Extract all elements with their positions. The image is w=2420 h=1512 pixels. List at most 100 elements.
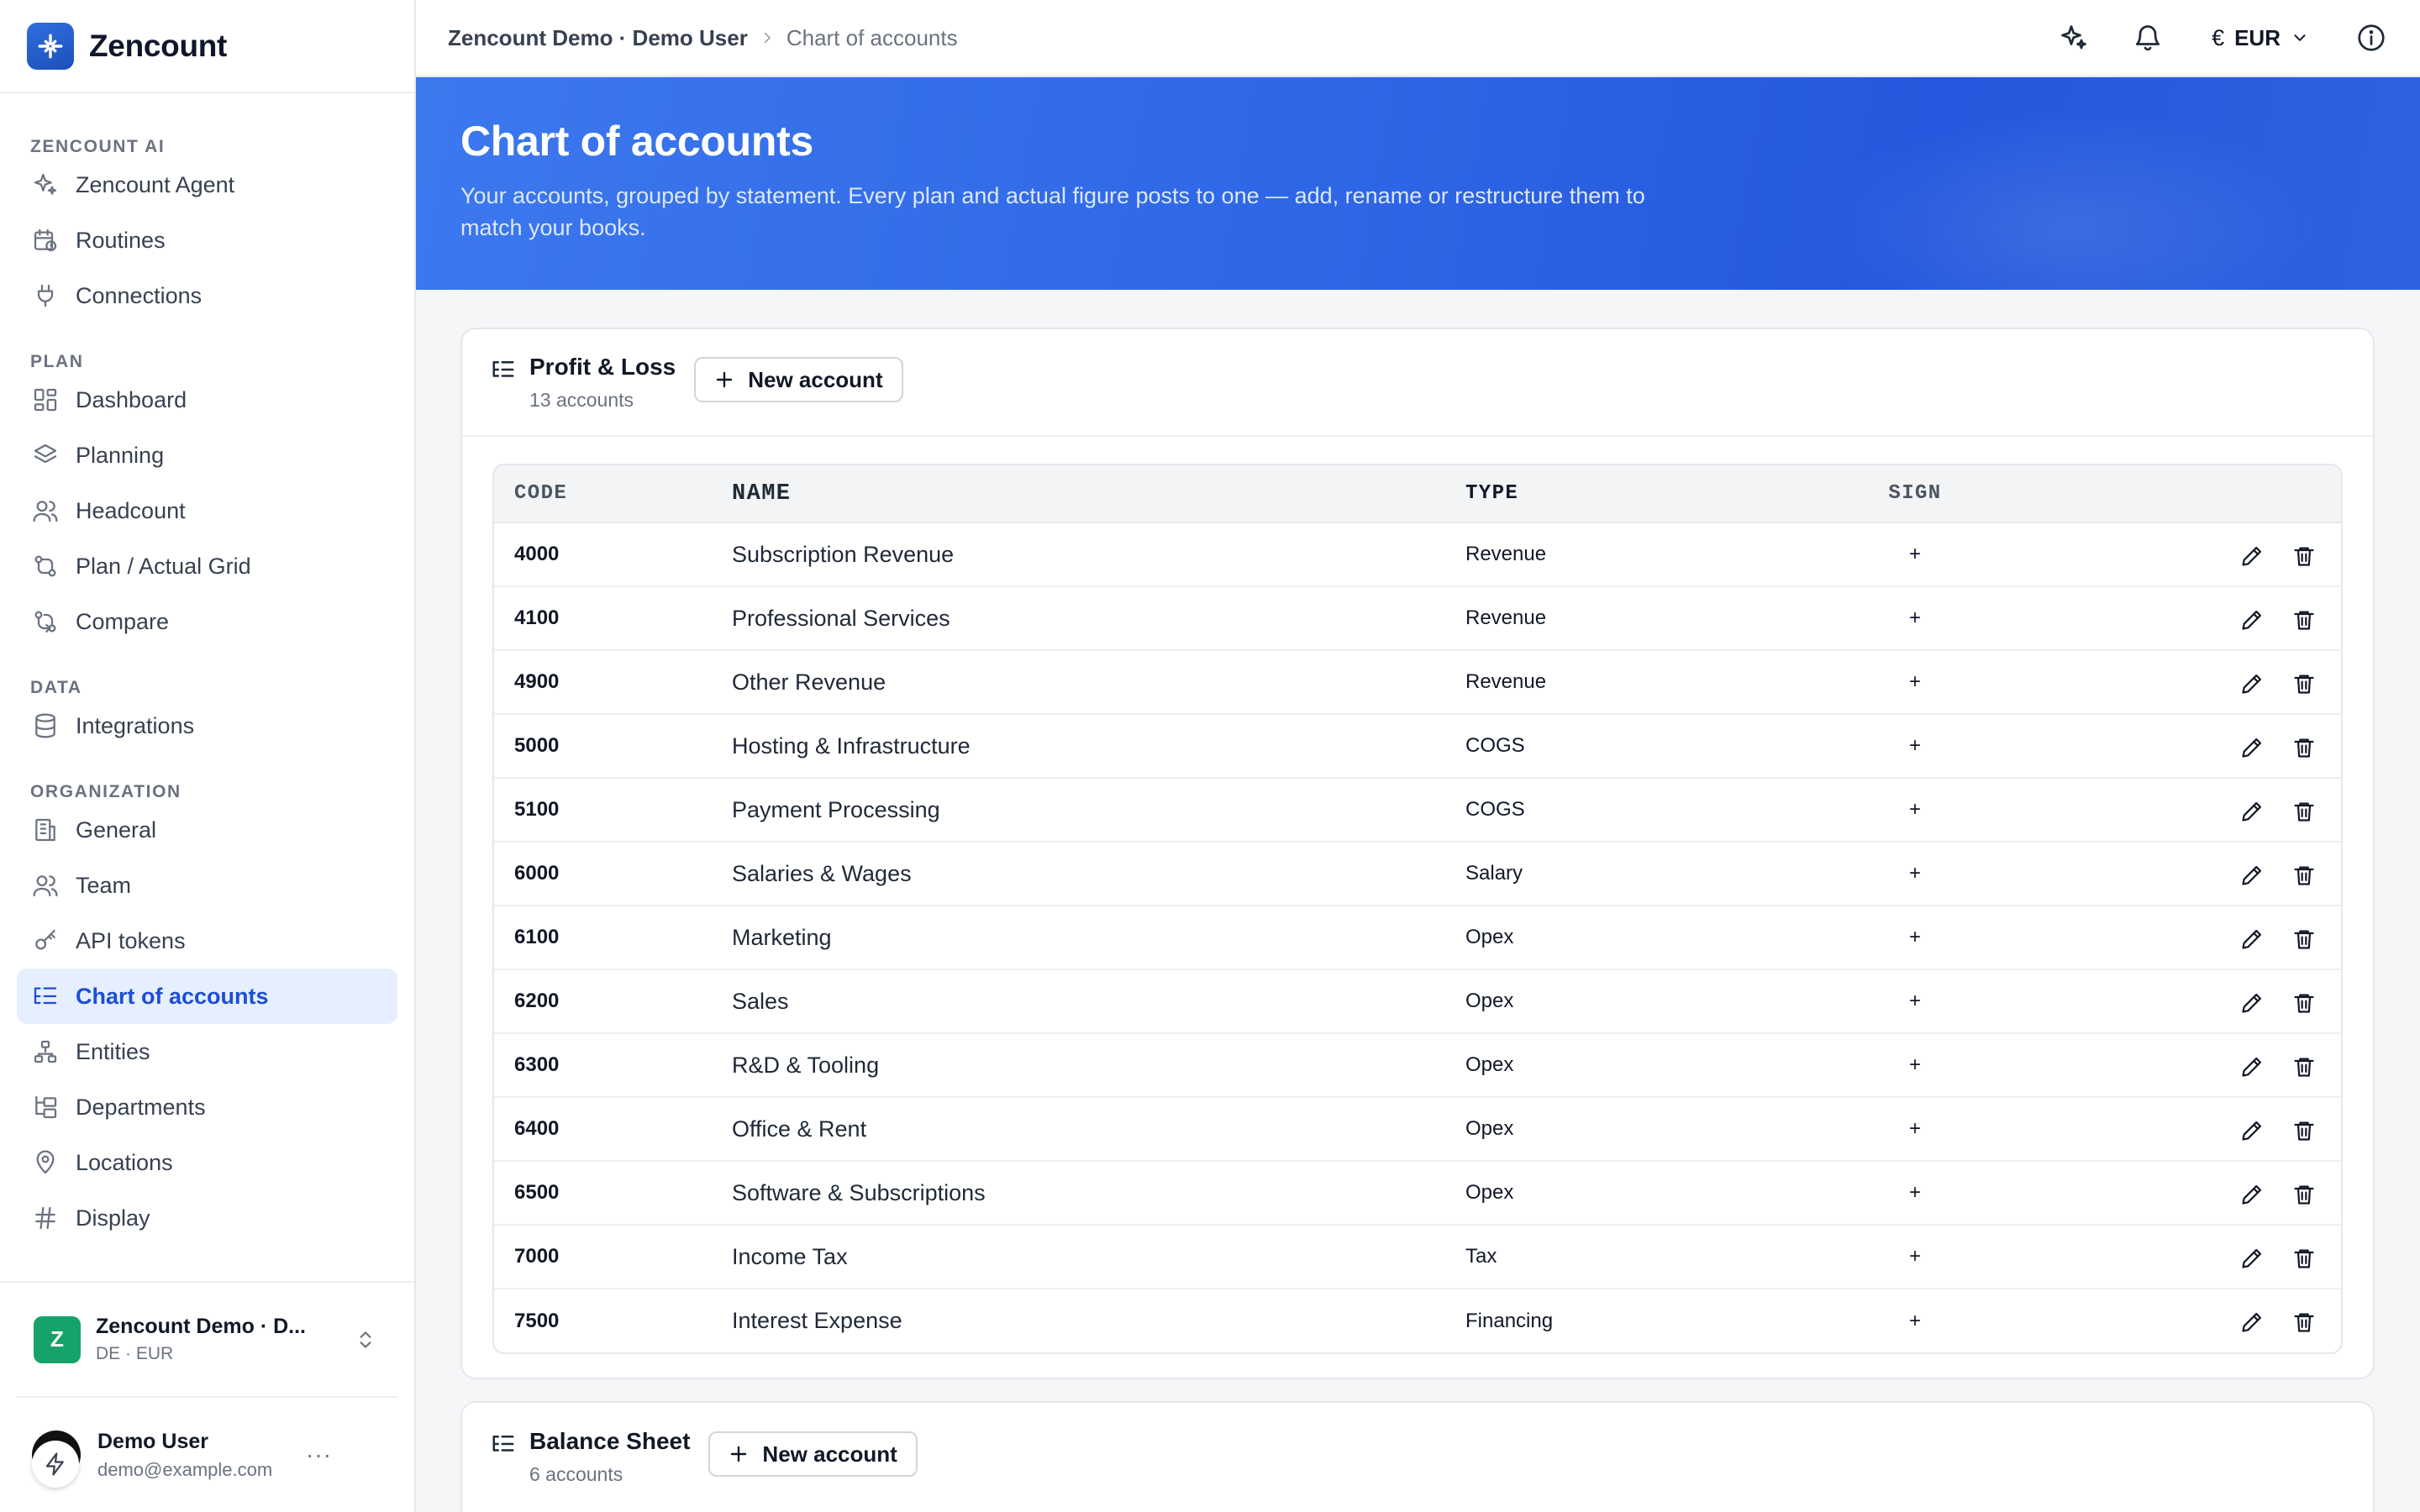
pencil-icon[interactable] (2240, 672, 2264, 696)
compare-icon (34, 611, 56, 633)
trash-icon[interactable] (2292, 672, 2316, 696)
pencil-icon[interactable] (2240, 1247, 2264, 1270)
dashboard-icon (34, 388, 57, 412)
sidebar-item-compare[interactable]: Compare (17, 594, 397, 649)
table-row[interactable]: 6400 Office & Rent Opex + (494, 1097, 2341, 1162)
sidebar-item-general[interactable]: General (17, 802, 397, 858)
org-switcher[interactable]: Z Zencount Demo · D... DE · EUR (0, 1281, 414, 1396)
trash-icon[interactable] (2292, 544, 2316, 568)
pencil-icon[interactable] (2240, 1055, 2264, 1079)
bell-icon[interactable] (2133, 23, 2163, 53)
account-type: Revenue (1465, 586, 1827, 651)
column-header-type[interactable]: TYPE (1465, 465, 1827, 523)
user-menu[interactable]: Demo User demo@example.com ··· (17, 1396, 397, 1512)
sidebar-item-label: Departments (76, 1094, 206, 1120)
trash-icon[interactable] (2292, 1183, 2316, 1206)
profit-loss-card: Profit & Loss 13 accounts New account CO… (460, 328, 2375, 1379)
pencil-icon[interactable] (2240, 736, 2264, 759)
sidebar-item-label: Planning (76, 442, 165, 468)
git-compare-icon (34, 555, 56, 577)
currency-selector[interactable]: € EUR (2212, 25, 2309, 51)
table-row[interactable]: 7500 Interest Expense Financing + (494, 1289, 2341, 1352)
sidebar-item-plan-actual-grid[interactable]: Plan / Actual Grid (17, 538, 397, 594)
list-tree-icon (34, 987, 57, 1005)
sidebar-item-entities[interactable]: Entities (17, 1024, 397, 1079)
pencil-icon[interactable] (2240, 927, 2264, 951)
trash-icon[interactable] (2292, 1119, 2316, 1142)
table-row[interactable]: 6100 Marketing Opex + (494, 906, 2341, 970)
trash-icon[interactable] (2292, 1247, 2316, 1270)
account-name: Income Tax (732, 1225, 1465, 1289)
pencil-icon[interactable] (2240, 544, 2264, 568)
column-header-code[interactable]: CODE (494, 465, 732, 523)
sidebar-item-team[interactable]: Team (17, 858, 397, 913)
sidebar-item-connections[interactable]: Connections (17, 268, 397, 323)
more-icon[interactable]: ··· (306, 1441, 332, 1468)
trash-icon[interactable] (2292, 1310, 2316, 1334)
page-title: Chart of accounts (460, 118, 813, 165)
account-type: COGS (1465, 778, 1827, 843)
table-row[interactable]: 6200 Sales Opex + (494, 969, 2341, 1034)
pencil-icon[interactable] (2240, 800, 2264, 823)
sidebar-item-label: Routines (76, 227, 166, 253)
sidebar-item-api-tokens[interactable]: API tokens (17, 913, 397, 969)
table-row[interactable]: 6300 R&D & Tooling Opex + (494, 1033, 2341, 1098)
column-header-sign[interactable]: SIGN (1827, 465, 2003, 523)
accounts-table: CODE NAME TYPE SIGN 4000 Subscription Rev… (492, 464, 2343, 1354)
table-row[interactable]: 5000 Hosting & Infrastructure COGS + (494, 714, 2341, 779)
sidebar-item-dashboard[interactable]: Dashboard (17, 372, 397, 428)
table-row[interactable]: 6500 Software & Subscriptions Opex + (494, 1161, 2341, 1226)
trash-icon[interactable] (2292, 927, 2316, 951)
trash-icon[interactable] (2292, 864, 2316, 887)
pencil-icon[interactable] (2240, 608, 2264, 632)
table-row[interactable]: 5100 Payment Processing COGS + (494, 778, 2341, 843)
table-row[interactable]: 4100 Professional Services Revenue + (494, 586, 2341, 651)
table-row[interactable]: 4000 Subscription Revenue Revenue + (494, 522, 2341, 587)
table-row[interactable]: 4900 Other Revenue Revenue + (494, 650, 2341, 715)
sidebar-item-routines[interactable]: Routines (17, 213, 397, 268)
sidebar-item-label: Zencount Agent (76, 171, 235, 197)
sidebar-item-headcount[interactable]: Headcount (17, 483, 397, 538)
new-account-button[interactable]: New account (694, 357, 903, 402)
row-actions (2003, 778, 2341, 843)
sidebar-item-planning[interactable]: Planning (17, 428, 397, 483)
brand[interactable]: Zencount (0, 0, 414, 93)
trash-icon[interactable] (2292, 991, 2316, 1015)
trash-icon[interactable] (2292, 736, 2316, 759)
new-account-label: New account (748, 366, 883, 392)
database-icon (35, 713, 55, 738)
account-count: 6 accounts (529, 1462, 623, 1485)
breadcrumb-org[interactable]: Zencount Demo · Demo User (448, 25, 748, 51)
pencil-icon[interactable] (2240, 1183, 2264, 1206)
page-subtitle: Your accounts, grouped by statement. Eve… (460, 183, 1645, 240)
account-code: 6300 (494, 1033, 732, 1098)
account-code: 6100 (494, 906, 732, 970)
sidebar-item-display[interactable]: Display (17, 1190, 397, 1246)
chevron-down-icon (2294, 34, 2306, 41)
account-name: Marketing (732, 906, 1465, 970)
account-type: COGS (1465, 714, 1827, 779)
trash-icon[interactable] (2292, 1055, 2316, 1079)
pencil-icon[interactable] (2240, 991, 2264, 1015)
sidebar-item-departments[interactable]: Departments (17, 1079, 397, 1135)
sidebar-item-integrations[interactable]: Integrations (17, 698, 397, 753)
column-header-name[interactable]: NAME (732, 465, 1465, 523)
pencil-icon[interactable] (2240, 1119, 2264, 1142)
sidebar-item-locations[interactable]: Locations (17, 1135, 397, 1190)
sidebar-item-label: General (76, 816, 157, 843)
sidebar-item-chart-of-accounts[interactable]: Chart of accounts (17, 969, 397, 1024)
trash-icon[interactable] (2292, 800, 2316, 823)
table-row[interactable]: 6000 Salaries & Wages Salary + (494, 842, 2341, 906)
new-account-button[interactable]: New account (708, 1431, 918, 1477)
account-type: Revenue (1465, 650, 1827, 715)
sparkles-icon[interactable] (2059, 23, 2089, 53)
brand-name: Zencount (89, 28, 228, 63)
pencil-icon[interactable] (2240, 864, 2264, 887)
trash-icon[interactable] (2292, 608, 2316, 632)
info-icon[interactable] (2356, 23, 2386, 53)
sidebar-item-zencount-agent[interactable]: Zencount Agent (17, 157, 397, 213)
row-actions (2003, 714, 2341, 779)
pencil-icon[interactable] (2240, 1310, 2264, 1334)
table-row[interactable]: 7000 Income Tax Tax + (494, 1225, 2341, 1289)
sidebar-item-label: API tokens (76, 927, 186, 953)
